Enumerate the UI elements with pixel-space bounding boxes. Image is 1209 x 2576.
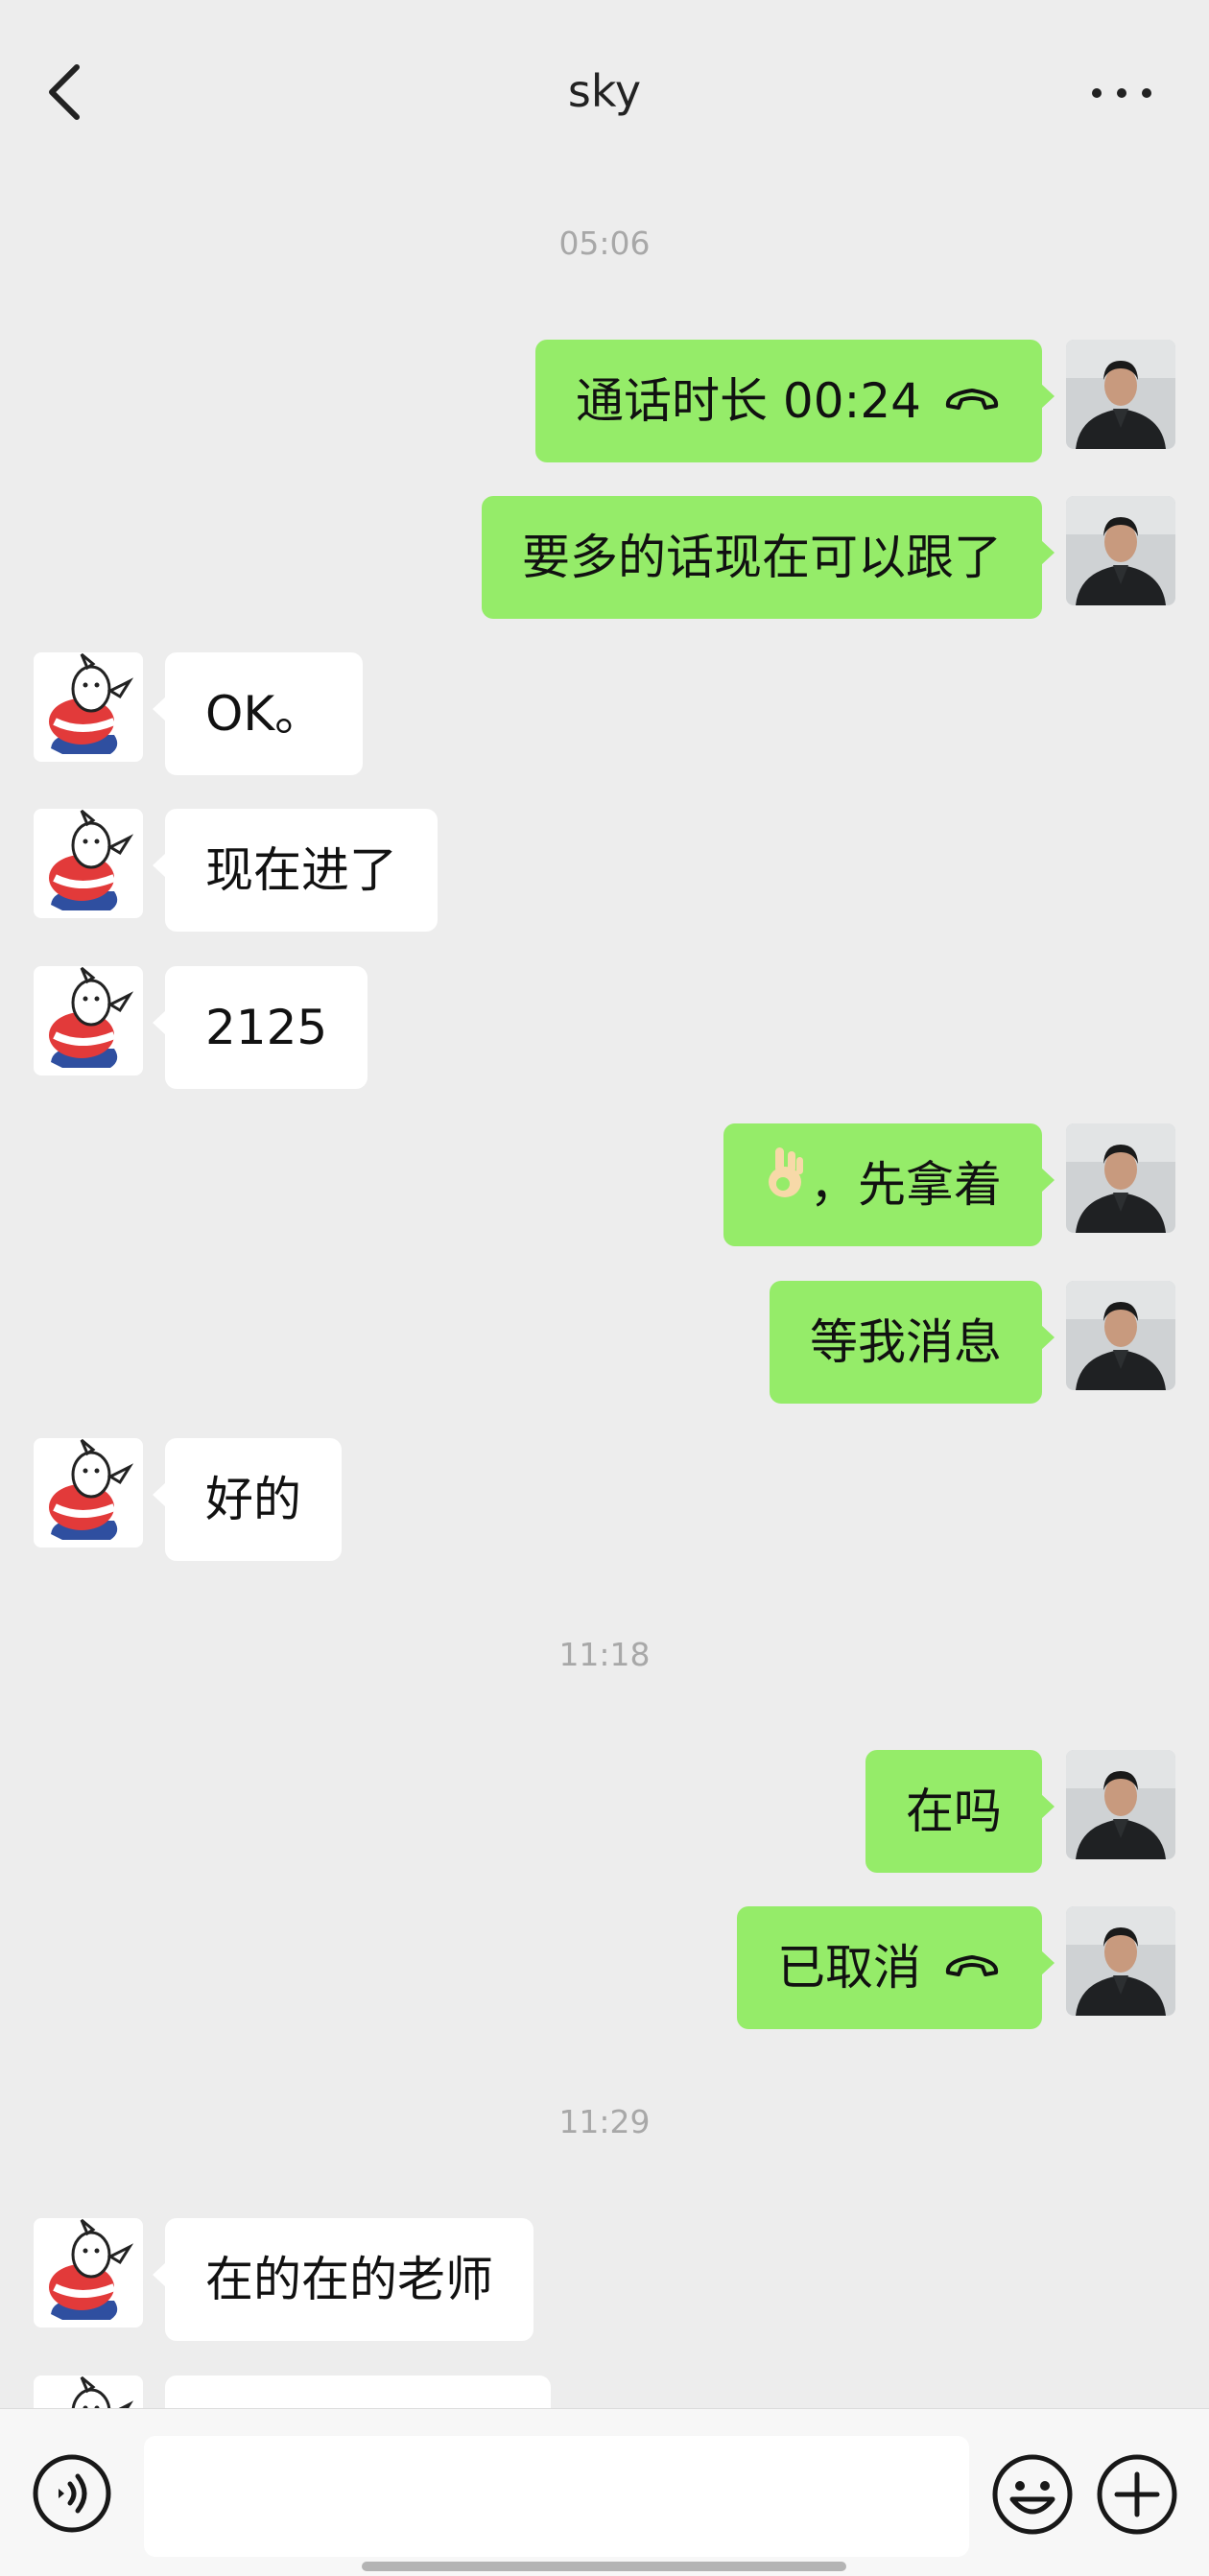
contact-avatar[interactable] (34, 2218, 143, 2328)
home-indicator[interactable] (362, 2562, 846, 2571)
message-row: ，先拿着 (0, 1123, 1209, 1246)
message-text: 已取消 (777, 1940, 921, 1996)
timestamp: 11:29 (558, 2103, 651, 2140)
self-avatar[interactable] (1066, 496, 1175, 605)
message-list[interactable]: 05:06 通话时长 00:24 要多的话现在可以跟了 OK。 现在进了 212… (0, 182, 1209, 2408)
contact-avatar[interactable] (34, 809, 143, 918)
emoji-button[interactable] (991, 2453, 1074, 2536)
message-text: 2125 (205, 1000, 328, 1055)
contact-avatar[interactable] (34, 1438, 143, 1548)
voice-button[interactable] (32, 2453, 112, 2534)
message-text: ，先拿着 (810, 1157, 1002, 1213)
chat-header: sky (0, 0, 1209, 182)
ok-hand-emoji (764, 1123, 810, 1246)
message-row: 现在进了 (0, 809, 1209, 932)
message-text: 在吗 (906, 1784, 1002, 1839)
phone-hangup-icon (942, 1906, 1002, 2029)
message-row: 要多的话现在可以跟了 (0, 496, 1209, 619)
message-row (0, 2375, 1209, 2408)
message-row: OK。 (0, 652, 1209, 775)
plus-button[interactable] (1096, 2453, 1178, 2536)
input-bar (0, 2408, 1209, 2576)
message-bubble[interactable]: 已取消 (737, 1906, 1055, 2029)
message-row: 在吗 (0, 1750, 1209, 1873)
message-text: 现在进了 (205, 842, 397, 898)
message-row: 已取消 (0, 1906, 1209, 2029)
message-bubble[interactable]: 现在进了 (153, 809, 438, 932)
message-bubble[interactable]: 通话时长 00:24 (535, 340, 1055, 462)
message-bubble[interactable]: 在的在的老师 (153, 2218, 533, 2341)
contact-avatar[interactable] (34, 652, 143, 762)
timestamp: 05:06 (558, 225, 651, 262)
message-bubble[interactable]: 好的 (153, 1438, 342, 1561)
contact-avatar[interactable] (34, 2375, 143, 2408)
voice-icon (33, 2454, 111, 2533)
self-avatar[interactable] (1066, 1123, 1175, 1233)
message-bubble[interactable]: OK。 (152, 652, 364, 775)
message-text: 通话时长 00:24 (576, 373, 921, 429)
self-avatar[interactable] (1066, 340, 1175, 449)
message-text: 等我消息 (810, 1314, 1002, 1370)
more-button[interactable] (1084, 73, 1161, 111)
message-text: 要多的话现在可以跟了 (522, 530, 1002, 585)
timestamp: 11:18 (558, 1636, 651, 1673)
message-row: 好的 (0, 1438, 1209, 1561)
message-bubble[interactable]: 2125 (152, 966, 368, 1089)
message-bubble[interactable]: 等我消息 (770, 1281, 1055, 1404)
message-bubble[interactable]: ，先拿着 (723, 1123, 1055, 1246)
more-dots-icon (1092, 88, 1102, 98)
message-bubble[interactable] (165, 2375, 551, 2408)
message-row: 等我消息 (0, 1281, 1209, 1404)
self-avatar[interactable] (1066, 1750, 1175, 1859)
phone-hangup-icon (942, 340, 1002, 462)
emoji-icon (992, 2454, 1073, 2535)
message-row: 通话时长 00:24 (0, 340, 1209, 462)
self-avatar[interactable] (1066, 1281, 1175, 1390)
contact-avatar[interactable] (34, 966, 143, 1075)
plus-icon (1097, 2454, 1177, 2535)
message-bubble[interactable]: 在吗 (865, 1750, 1055, 1873)
message-text: 好的 (205, 1472, 301, 1527)
self-avatar[interactable] (1066, 1906, 1175, 2016)
message-row: 在的在的老师 (0, 2218, 1209, 2341)
message-row: 2125 (0, 966, 1209, 1089)
message-bubble[interactable]: 要多的话现在可以跟了 (482, 496, 1055, 619)
message-input[interactable] (144, 2436, 969, 2557)
chat-title: sky (567, 65, 642, 117)
message-text: OK。 (205, 686, 323, 742)
message-text: 在的在的老师 (205, 2252, 493, 2307)
